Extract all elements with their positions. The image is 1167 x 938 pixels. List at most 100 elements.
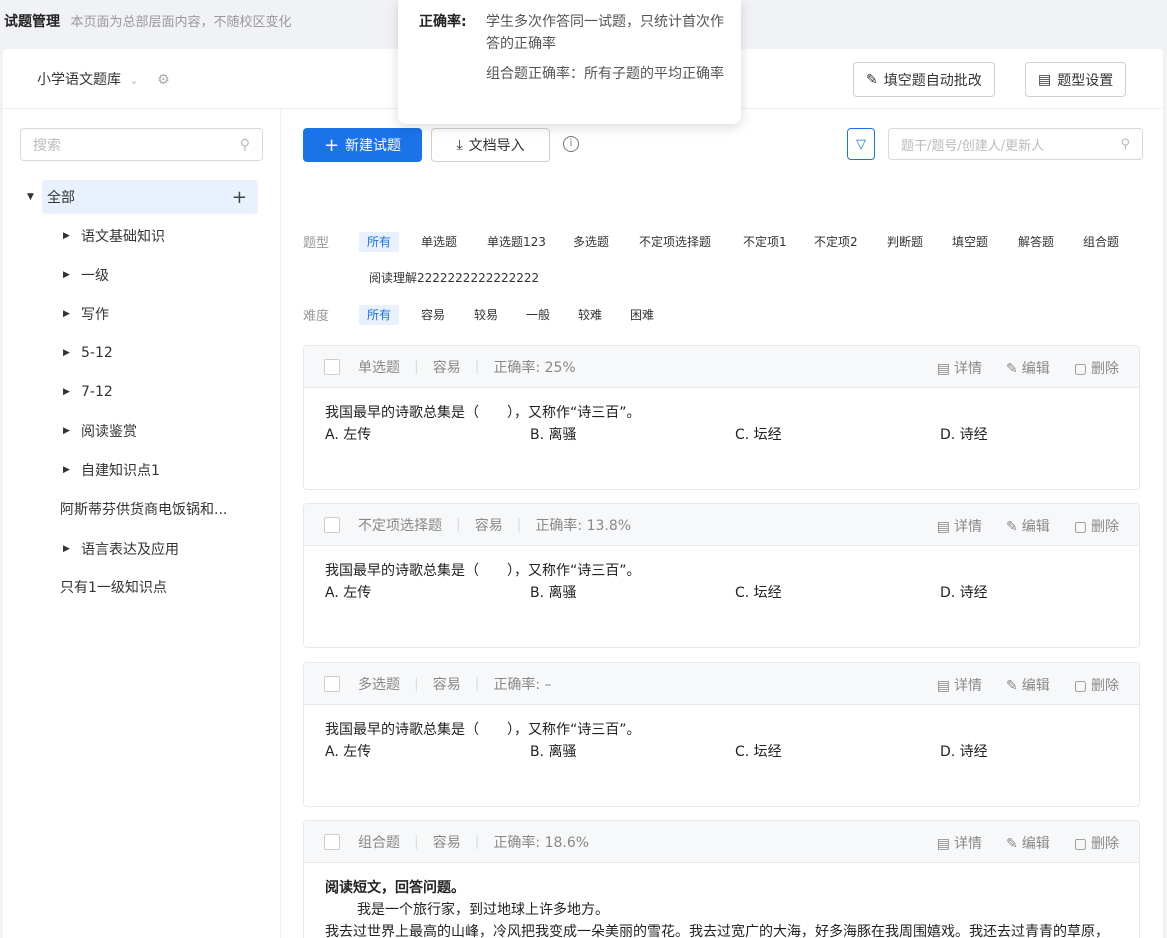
caret-right-icon[interactable]: ▶	[63, 270, 81, 280]
difficulty-chip[interactable]: 较难	[576, 305, 604, 325]
delete-button[interactable]: ▢ 删除	[1074, 675, 1119, 695]
detail-label: 详情	[954, 519, 983, 535]
option: D. 诗经	[940, 744, 988, 760]
question-card-header: 组合题 | 容易 | 正确率: 18.6% ▤ 详情 ✎ 编辑 ▢ 删除	[304, 821, 1139, 863]
caret-right-icon[interactable]: ▶	[63, 387, 81, 397]
type-chip[interactable]: 判断题	[885, 232, 925, 252]
detail-button[interactable]: ▤ 详情	[937, 833, 982, 853]
tree-item-label: 阿斯蒂芬供货商电饭锅和...	[60, 502, 228, 518]
detail-label: 详情	[954, 836, 983, 852]
question-options: A. 左传 B. 离骚 C. 坛经 D. 诗经	[325, 741, 1118, 763]
type-chip[interactable]: 不定项选择题	[637, 232, 713, 252]
tree-item-label: 阅读鉴赏	[81, 424, 137, 440]
tree-item[interactable]: ▶ 5-12	[63, 336, 113, 370]
auto-grade-button[interactable]: ✎ 填空题自动批改	[853, 62, 995, 97]
type-chip[interactable]: 多选题	[571, 232, 611, 252]
tree-item-label: 7-12	[81, 384, 113, 400]
question-body: 我国最早的诗歌总集是（ ），又称作“诗三百”。 A. 左传 B. 离骚 C. 坛…	[304, 388, 1139, 460]
trash-icon: ▢	[1073, 836, 1087, 852]
type-chip[interactable]: 组合题	[1081, 232, 1121, 252]
edit-button[interactable]: ✎ 编辑	[1006, 516, 1050, 536]
add-icon[interactable]: +	[232, 187, 247, 208]
difficulty-chip[interactable]: 所有	[359, 305, 400, 325]
detail-button[interactable]: ▤ 详情	[937, 516, 982, 536]
select-checkbox[interactable]	[324, 358, 340, 375]
edit-button[interactable]: ✎ 编辑	[1006, 358, 1050, 378]
detail-button[interactable]: ▤ 详情	[937, 675, 982, 695]
caret-right-icon[interactable]: ▶	[63, 231, 81, 241]
question-body: 我国最早的诗歌总集是（ ），又称作“诗三百”。 A. 左传 B. 离骚 C. 坛…	[304, 705, 1139, 777]
tree-item[interactable]: 阿斯蒂芬供货商电饭锅和...	[60, 492, 227, 526]
tree-item[interactable]: ▶ 自建知识点1	[63, 453, 160, 487]
info-icon[interactable]: i	[563, 136, 579, 152]
edit-button[interactable]: ✎ 编辑	[1006, 833, 1050, 853]
pen-icon: ✎	[866, 71, 878, 88]
delete-button[interactable]: ▢ 删除	[1074, 516, 1119, 536]
type-chip[interactable]: 不定项2	[812, 232, 860, 252]
select-checkbox[interactable]	[324, 675, 340, 692]
caret-right-icon[interactable]: ▶	[63, 465, 81, 475]
tree-item-label: 一级	[81, 268, 109, 284]
tree-item[interactable]: ▶ 阅读鉴赏	[63, 414, 137, 448]
question-options: A. 左传 B. 离骚 C. 坛经 D. 诗经	[325, 424, 1118, 446]
type-chip[interactable]: 单选题123	[485, 232, 548, 252]
gear-icon[interactable]: ⚙	[157, 72, 170, 88]
type-chip[interactable]: 单选题	[419, 232, 459, 252]
tree-item[interactable]: ▶ 7-12	[63, 375, 113, 409]
delete-label: 删除	[1091, 836, 1119, 852]
tree-item[interactable]: ▶ 写作	[63, 297, 109, 331]
pencil-icon: ✎	[1006, 361, 1018, 377]
select-checkbox[interactable]	[324, 516, 340, 533]
detail-button[interactable]: ▤ 详情	[937, 358, 982, 378]
question-accuracy: 正确率: 13.8%	[535, 517, 632, 534]
delete-button[interactable]: ▢ 删除	[1074, 358, 1119, 378]
import-document-button[interactable]: ⤓ 文档导入	[431, 128, 550, 162]
type-chip[interactable]: 填空题	[950, 232, 990, 252]
option: A. 左传	[325, 744, 372, 760]
search-icon: ⚲	[239, 136, 250, 153]
question-type: 组合题	[358, 834, 400, 851]
caret-right-icon[interactable]: ▶	[63, 426, 81, 436]
tree-item-label: 自建知识点1	[81, 463, 160, 479]
search-icon: ⚲	[1120, 136, 1130, 152]
tree-item[interactable]: ▶ 一级	[63, 258, 109, 292]
tree-item-label: 写作	[81, 307, 109, 323]
filter-button[interactable]: ▽	[847, 128, 875, 160]
type-filter-label: 题型	[303, 236, 330, 251]
question-card: 不定项选择题 | 容易 | 正确率: 13.8% ▤ 详情 ✎ 编辑 ▢ 删除 我国最…	[303, 503, 1140, 648]
difficulty-chip[interactable]: 一般	[524, 305, 552, 325]
delete-label: 删除	[1091, 361, 1119, 377]
delete-button[interactable]: ▢ 删除	[1074, 833, 1119, 853]
tree-item[interactable]: 只有1一级知识点	[60, 570, 167, 604]
tree-item[interactable]: ▶ 语文基础知识	[63, 219, 165, 253]
option: D. 诗经	[940, 585, 988, 601]
type-chip[interactable]: 解答题	[1016, 232, 1056, 252]
edit-button[interactable]: ✎ 编辑	[1006, 675, 1050, 695]
select-checkbox[interactable]	[324, 833, 340, 850]
caret-right-icon[interactable]: ▶	[63, 309, 81, 319]
file-icon: ▤	[936, 519, 951, 535]
auto-grade-label: 填空题自动批改	[883, 72, 982, 89]
new-question-button[interactable]: + 新建试题	[303, 128, 422, 162]
question-search-input[interactable]: 题干/题号/创建人/更新人 ⚲	[888, 128, 1143, 160]
bank-selector[interactable]: 小学语文题库 ⌄ ⚙	[37, 69, 170, 89]
difficulty-chip[interactable]: 较易	[472, 305, 500, 325]
tree-item-all[interactable]: ▼ 全部 +	[27, 180, 258, 214]
tree-item-label: 语文基础知识	[81, 229, 165, 245]
type-chip[interactable]: 所有	[359, 232, 400, 252]
type-settings-button[interactable]: ▤ 题型设置	[1025, 62, 1127, 97]
tooltip-label: 正确率:	[419, 14, 467, 30]
type-chip[interactable]: 阅读理解2222222222222222	[367, 268, 541, 288]
difficulty-chip[interactable]: 容易	[419, 305, 447, 325]
tree-item-label: 语言表达及应用	[81, 542, 179, 558]
caret-down-icon[interactable]: ▼	[27, 192, 45, 202]
type-chip[interactable]: 不定项1	[741, 232, 789, 252]
question-card: 组合题 | 容易 | 正确率: 18.6% ▤ 详情 ✎ 编辑 ▢ 删除 阅读短文，回…	[303, 820, 1140, 938]
difficulty-chip[interactable]: 困难	[628, 305, 656, 325]
sidebar-search-input[interactable]: 搜索 ⚲	[20, 128, 263, 161]
caret-right-icon[interactable]: ▶	[63, 348, 81, 358]
caret-right-icon[interactable]: ▶	[63, 544, 81, 554]
tree-item[interactable]: ▶ 语言表达及应用	[63, 532, 179, 566]
question-type: 多选题	[358, 676, 400, 693]
question-actions: ▤ 详情 ✎ 编辑 ▢ 删除	[937, 675, 1119, 695]
